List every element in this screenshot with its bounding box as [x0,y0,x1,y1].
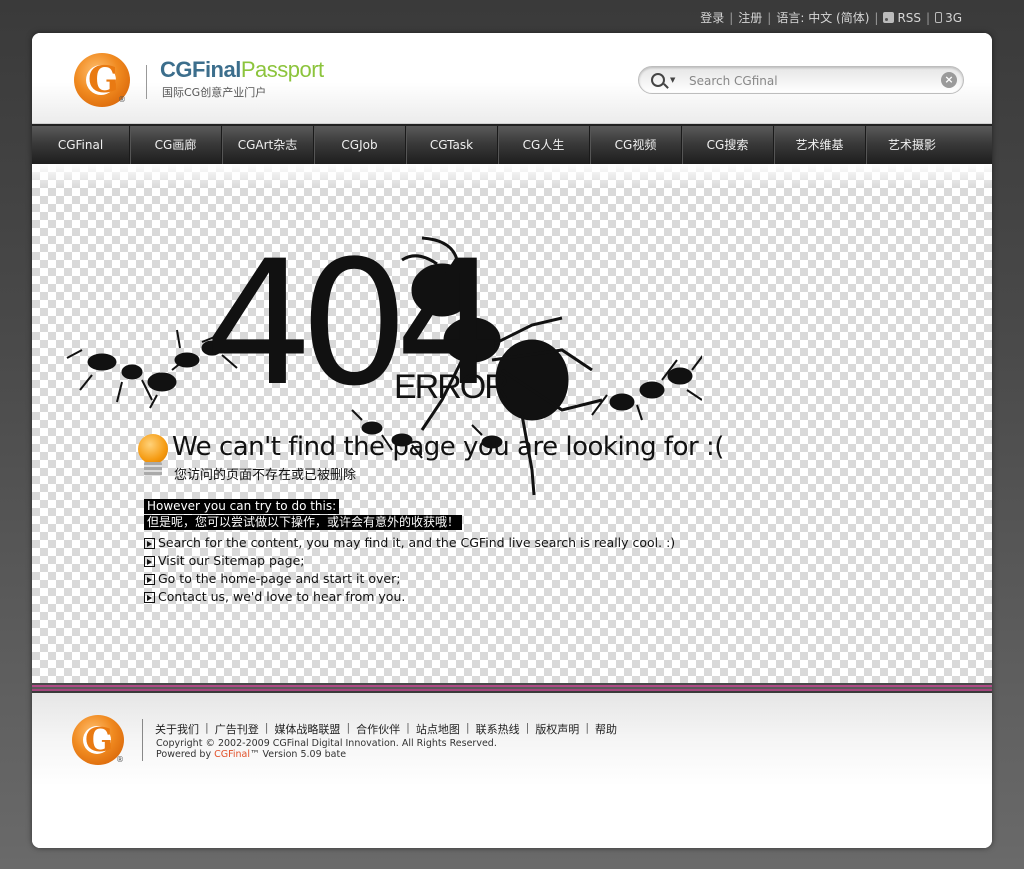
register-link[interactable]: 注册 [738,9,762,26]
separator: | [767,10,772,25]
search-icon[interactable] [651,73,665,87]
nav-item-cgfinal[interactable]: CGFinal [32,126,130,164]
try-heading-en: However you can try to do this: [144,499,340,514]
arrow-box-icon [144,537,155,549]
powered-suffix: ™ Version 5.09 bate [249,749,347,760]
powered-brand[interactable]: CGFinal [214,749,250,760]
error-headline-cn: 您访问的页面不存在或已被删除 [174,468,357,483]
mobile-link[interactable]: 3G [935,11,962,25]
brand-title[interactable]: CGFinalPassport [160,57,324,83]
small-ant [87,353,117,371]
nav-item-video[interactable]: CG视频 [590,126,682,164]
suggestion-sitemap[interactable]: Visit our Sitemap page; [158,552,304,570]
small-ant [667,367,693,385]
small-ant [639,381,665,399]
brand-subtitle: 国际CG创意产业门户 [162,86,267,99]
rss-link[interactable]: RSS [883,11,921,25]
registered-mark-icon: ® [118,95,126,104]
separator: | [465,721,470,734]
chevron-down-icon[interactable]: ▼ [670,76,675,84]
mobile-label: 3G [945,10,962,25]
nav-item-photo[interactable]: 艺术摄影 [866,126,958,164]
footer-link-contact[interactable]: 联系热线 [476,721,520,737]
small-ant [147,372,177,392]
search-input[interactable] [689,71,929,90]
nav-item-gallery[interactable]: CG画廊 [130,126,222,164]
powered-prefix: Powered by [156,749,215,760]
list-item[interactable]: Contact us, we'd love to hear from you. [144,588,675,606]
nav-item-job[interactable]: CGJob [314,126,406,164]
main-nav: CGFinal CG画廊 CGArt杂志 CGJob CGTask CG人生 C… [32,124,992,164]
footer-copyright: Copyright © 2002-2009 CGFinal Digital In… [156,738,497,749]
error-headline: We can't find the page you are looking f… [172,432,724,462]
arrow-box-icon [144,591,155,603]
separator: | [585,721,590,734]
separator: | [525,721,530,734]
login-link[interactable]: 登录 [700,9,724,26]
suggestion-list: Search for the content, you may find it,… [144,534,675,606]
footer-links: 关于我们 | 广告刊登 | 媒体战略联盟 | 合作伙伴 | 站点地图 | 联系热… [155,721,617,737]
small-ant [174,352,200,368]
footer-link-advertise[interactable]: 广告刊登 [215,721,259,737]
suggestion-contact[interactable]: Contact us, we'd love to hear from you. [158,588,405,606]
header: ® CGFinalPassport 国际CG创意产业门户 ▼ × [32,33,992,124]
list-item[interactable]: Go to the home-page and start it over; [144,570,675,588]
rss-icon [883,12,895,23]
brand-part2: Passport [240,57,324,82]
footer-link-help[interactable]: 帮助 [595,721,617,737]
try-heading-cn: 但是呢，您可以尝试做以下操作，或许会有意外的收获哦！ [144,515,463,530]
footer-link-sitemap[interactable]: 站点地图 [416,721,460,737]
separator: | [406,721,410,734]
footer-stripe [32,683,992,693]
language-link[interactable]: 语言: 中文 (简体) [776,9,869,26]
registered-mark-icon: ® [116,755,124,764]
top-links: 登录 | 注册 | 语言: 中文 (简体) | RSS | 3G [700,9,962,26]
separator: | [926,10,931,25]
suggestion-search[interactable]: Search for the content, you may find it,… [158,534,675,552]
small-ant [121,364,143,380]
list-item[interactable]: Visit our Sitemap page; [144,552,675,570]
arrow-box-icon [144,555,155,567]
footer-powered-by: Powered by CGFinal™ Version 5.09 bate [156,749,346,760]
footer: ® 关于我们 | 广告刊登 | 媒体战略联盟 | 合作伙伴 | 站点地图 | 联… [32,693,992,848]
footer-link-media[interactable]: 媒体战略联盟 [274,721,340,737]
lightbulb-icon [138,434,168,464]
separator: | [874,10,879,25]
search-box: ▼ × [638,66,964,94]
footer-link-partners[interactable]: 合作伙伴 [356,721,400,737]
nav-item-task[interactable]: CGTask [406,126,498,164]
list-item[interactable]: Search for the content, you may find it,… [144,534,675,552]
separator: | [346,721,351,734]
footer-link-copyright[interactable]: 版权声明 [535,721,579,737]
nav-item-magazine[interactable]: CGArt杂志 [222,126,314,164]
error-word: ERROR [394,368,509,406]
content-fade [32,164,992,188]
suggestion-homepage[interactable]: Go to the home-page and start it over; [158,570,400,588]
footer-link-about[interactable]: 关于我们 [155,721,199,737]
separator: | [264,721,269,734]
nav-item-life[interactable]: CG人生 [498,126,590,164]
footer-divider [142,719,143,761]
separator: | [729,10,734,25]
clear-icon[interactable]: × [941,72,957,88]
arrow-box-icon [144,573,155,585]
lightbulb-base-icon [144,462,162,476]
rss-label: RSS [897,10,922,25]
nav-item-search[interactable]: CG搜索 [682,126,774,164]
page-frame: ® CGFinalPassport 国际CG创意产业门户 ▼ × CGFinal… [32,33,992,848]
small-ant [609,393,635,411]
nav-item-wiki[interactable]: 艺术维基 [774,126,866,164]
brand-part1: CGFinal [160,57,241,82]
error-content: 404 ERROR We can't find the page you are… [32,164,992,686]
mobile-phone-icon [935,12,943,23]
logo-divider [146,65,147,99]
separator: | [205,721,209,734]
